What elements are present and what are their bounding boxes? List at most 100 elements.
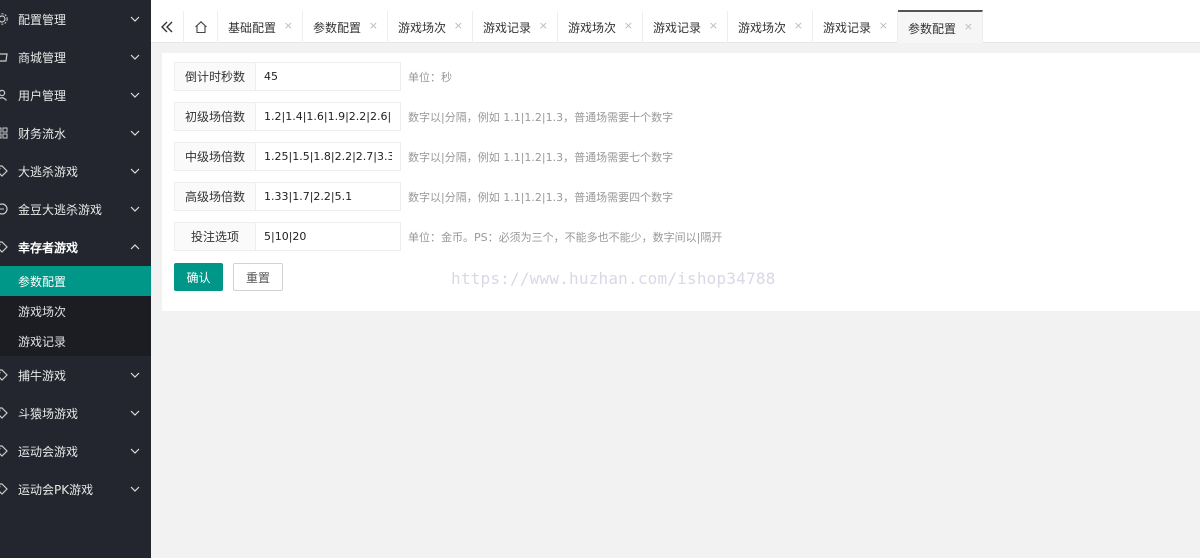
tag-icon [0,241,8,253]
confirm-button[interactable]: 确认 [174,263,223,291]
sidebar-item-5[interactable]: 金豆大逃杀游戏 [0,190,151,228]
sidebar-item-label: 金豆大逃杀游戏 [18,202,103,217]
tab-label: 游戏场次 [568,21,617,35]
close-icon[interactable]: × [624,19,633,32]
tab-4[interactable]: 游戏场次 × [558,11,643,43]
close-icon[interactable]: × [794,19,803,32]
tab-3[interactable]: 游戏记录 × [473,11,558,43]
form-row-0: 倒计时秒数 单位：秒 [174,62,1074,91]
tab-7[interactable]: 游戏记录 × [813,11,898,43]
sidebar-item-label: 幸存者游戏 [18,240,79,255]
field-hint: 单位：金币。PS：必须为三个，不能多也不能少，数字间以|隔开 [408,231,723,244]
sidebar: 配置管理 商城管理 用户管理 财务流水 大逃杀游戏 金豆大逃杀游戏 幸存者游戏 … [0,0,151,558]
sidebar-item-7[interactable]: 捕牛游戏 [0,356,151,394]
tab-label: 游戏记录 [823,21,872,35]
form-row-4: 投注选项 单位：金币。PS：必须为三个，不能多也不能少，数字间以|隔开 [174,222,1074,251]
tag-icon [0,407,8,419]
sidebar-submenu: 参数配置 游戏场次 游戏记录 [0,266,151,356]
field-label: 倒计时秒数 [174,62,256,91]
sidebar-item-label: 商城管理 [18,50,67,65]
tab-label: 参数配置 [908,22,957,36]
tab-label: 游戏场次 [738,21,787,35]
shop-icon [0,53,8,62]
sidebar-item-6[interactable]: 幸存者游戏 [0,228,151,266]
field-hint: 数字以|分隔，例如 1.1|1.2|1.3，普通场需要四个数字 [408,191,674,204]
chevron-down-icon [130,92,140,98]
chevron-down-icon [130,372,140,378]
field-label: 初级场倍数 [174,102,256,131]
sidebar-item-1[interactable]: 商城管理 [0,38,151,76]
field-label: 投注选项 [174,222,256,251]
tab-label: 游戏记录 [483,21,532,35]
user-icon [0,89,7,101]
tab-label: 游戏记录 [653,21,702,35]
chevron-down-icon [130,168,140,174]
tab-0[interactable]: 基础配置 × [218,11,303,43]
tab-label: 基础配置 [228,21,277,35]
chevron-down-icon [130,206,140,212]
field-input-1[interactable] [256,102,401,131]
submenu-item-2[interactable]: 游戏记录 [0,326,151,356]
tag-icon [0,483,8,495]
form-row-1: 初级场倍数 数字以|分隔，例如 1.1|1.2|1.3，普通场需要十个数字 [174,102,1074,131]
close-icon[interactable]: × [539,19,548,32]
home-icon [194,21,207,34]
reset-button[interactable]: 重置 [233,263,283,291]
chevron-up-icon [130,244,140,250]
sidebar-item-8[interactable]: 斗猿场游戏 [0,394,151,432]
close-icon[interactable]: × [709,19,718,32]
sidebar-item-3[interactable]: 财务流水 [0,114,151,152]
submenu-item-1[interactable]: 游戏场次 [0,296,151,326]
sidebar-item-10[interactable]: 运动会PK游戏 [0,470,151,508]
submenu-item-0[interactable]: 参数配置 [0,266,151,296]
field-label: 中级场倍数 [174,142,256,171]
tab-bar: 基础配置 × 参数配置 × 游戏场次 × 游戏记录 × 游戏场次 × 游戏记录 … [151,0,1200,43]
tab-5[interactable]: 游戏记录 × [643,11,728,43]
sidebar-item-9[interactable]: 运动会游戏 [0,432,151,470]
settings-icon [0,13,8,25]
chevron-down-icon [130,130,140,136]
tag-icon [0,165,8,177]
close-icon[interactable]: × [369,19,378,32]
sidebar-item-2[interactable]: 用户管理 [0,76,151,114]
tab-label: 游戏场次 [398,21,447,35]
close-icon[interactable]: × [284,19,293,32]
form-row-3: 高级场倍数 数字以|分隔，例如 1.1|1.2|1.3，普通场需要四个数字 [174,182,1074,211]
chevron-down-icon [130,486,140,492]
sidebar-item-label: 运动会游戏 [18,444,79,459]
collapse-tabs-button[interactable] [151,11,184,43]
chevron-down-icon [130,448,140,454]
chevron-down-icon [130,54,140,60]
sidebar-nav: 配置管理 商城管理 用户管理 财务流水 大逃杀游戏 金豆大逃杀游戏 幸存者游戏 … [0,0,151,508]
tab-2[interactable]: 游戏场次 × [388,11,473,43]
tab-8[interactable]: 参数配置 × [898,10,983,43]
tab-1[interactable]: 参数配置 × [303,11,388,43]
watermark-text: https://www.huzhan.com/ishop34788 [451,269,776,288]
close-icon[interactable]: × [454,19,463,32]
double-chevron-left-icon [161,21,173,33]
home-tab-button[interactable] [184,11,218,43]
field-input-4[interactable] [256,222,401,251]
field-hint: 数字以|分隔，例如 1.1|1.2|1.3，普通场需要十个数字 [408,111,674,124]
field-input-3[interactable] [256,182,401,211]
tab-6[interactable]: 游戏场次 × [728,11,813,43]
form-row-2: 中级场倍数 数字以|分隔，例如 1.1|1.2|1.3，普通场需要七个数字 [174,142,1074,171]
sidebar-item-label: 捕牛游戏 [18,368,67,383]
coin-icon [0,203,8,215]
field-input-0[interactable] [256,62,401,91]
sidebar-item-0[interactable]: 配置管理 [0,0,151,38]
sidebar-item-label: 斗猿场游戏 [18,406,79,421]
close-icon[interactable]: × [964,20,973,33]
sidebar-item-label: 配置管理 [18,12,67,27]
grid-icon [0,127,8,139]
field-hint: 单位：秒 [408,71,452,84]
sidebar-item-4[interactable]: 大逃杀游戏 [0,152,151,190]
sidebar-item-label: 财务流水 [18,126,67,141]
field-label: 高级场倍数 [174,182,256,211]
close-icon[interactable]: × [879,19,888,32]
field-input-2[interactable] [256,142,401,171]
tag-icon [0,369,8,381]
sidebar-item-label: 用户管理 [18,88,67,103]
sidebar-item-label: 运动会PK游戏 [18,482,94,497]
chevron-down-icon [130,410,140,416]
